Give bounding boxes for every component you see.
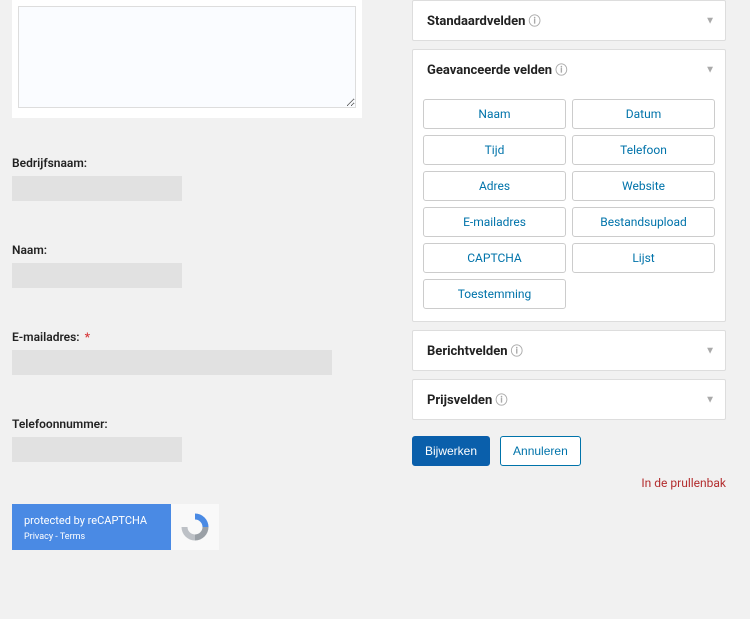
recaptcha-separator: -	[53, 532, 60, 542]
company-input[interactable]	[12, 176, 182, 201]
panel-price-fields: Prijsvelden ⓘ ▼	[412, 379, 726, 420]
help-icon[interactable]: ⓘ	[555, 61, 567, 78]
field-type-pill[interactable]: Naam	[423, 99, 566, 129]
message-textarea[interactable]	[18, 6, 356, 108]
panel-standard-fields: Standaardvelden ⓘ ▼	[412, 0, 726, 41]
field-type-pill[interactable]: Lijst	[572, 243, 715, 273]
form-card	[12, 0, 362, 118]
form-actions: Bijwerken Annuleren	[412, 436, 726, 466]
update-button[interactable]: Bijwerken	[412, 436, 490, 466]
help-icon[interactable]: ⓘ	[529, 12, 541, 29]
field-type-pill[interactable]: Telefoon	[572, 135, 715, 165]
trash-link[interactable]: In de prullenbak	[412, 476, 726, 490]
panel-advanced-fields: Geavanceerde velden ⓘ ▼ NaamDatumTijdTel…	[412, 49, 726, 322]
required-asterisk: *	[85, 330, 90, 344]
field-name: Naam:	[12, 243, 400, 288]
chevron-down-icon: ▼	[705, 15, 715, 26]
panel-title-standard: Standaardvelden	[427, 14, 525, 29]
help-icon[interactable]: ⓘ	[511, 342, 523, 359]
field-phone: Telefoonnummer:	[12, 417, 400, 462]
chevron-down-icon: ▼	[705, 394, 715, 405]
panel-header-advanced[interactable]: Geavanceerde velden ⓘ ▼	[413, 50, 725, 89]
panel-header-message[interactable]: Berichtvelden ⓘ ▼	[413, 331, 725, 370]
field-type-pill[interactable]: CAPTCHA	[423, 243, 566, 273]
panel-title-advanced: Geavanceerde velden	[427, 63, 552, 78]
panel-header-price[interactable]: Prijsvelden ⓘ ▼	[413, 380, 725, 419]
panel-body-advanced: NaamDatumTijdTelefoonAdresWebsiteE-maila…	[413, 89, 725, 321]
field-type-pill[interactable]: Bestandsupload	[572, 207, 715, 237]
panel-message-fields: Berichtvelden ⓘ ▼	[412, 330, 726, 371]
recaptcha-main: protected by reCAPTCHA Privacy - Terms	[12, 504, 171, 550]
panel-title-price: Prijsvelden	[427, 393, 492, 408]
recaptcha-text: protected by reCAPTCHA	[24, 514, 159, 527]
phone-input[interactable]	[12, 437, 182, 462]
email-label-text: E-mailadres:	[12, 330, 80, 344]
recaptcha-badge: protected by reCAPTCHA Privacy - Terms	[12, 504, 219, 550]
recaptcha-privacy-link[interactable]: Privacy	[24, 532, 53, 542]
recaptcha-logo	[171, 504, 219, 550]
field-type-pill[interactable]: Website	[572, 171, 715, 201]
chevron-down-icon: ▼	[705, 345, 715, 356]
field-type-pill[interactable]: Datum	[572, 99, 715, 129]
field-type-pill[interactable]: Tijd	[423, 135, 566, 165]
email-label: E-mailadres: *	[12, 330, 400, 344]
name-label: Naam:	[12, 243, 400, 257]
field-type-pill[interactable]: Toestemming	[423, 279, 566, 309]
name-input[interactable]	[12, 263, 182, 288]
help-icon[interactable]: ⓘ	[495, 391, 507, 408]
field-email: E-mailadres: *	[12, 330, 400, 375]
panel-header-standard[interactable]: Standaardvelden ⓘ ▼	[413, 1, 725, 40]
field-company: Bedrijfsnaam:	[12, 156, 400, 201]
recaptcha-terms-link[interactable]: Terms	[60, 532, 85, 542]
phone-label: Telefoonnummer:	[12, 417, 400, 431]
chevron-down-icon: ▼	[705, 64, 715, 75]
field-type-pill[interactable]: Adres	[423, 171, 566, 201]
panel-title-message: Berichtvelden	[427, 344, 508, 359]
recaptcha-icon	[180, 512, 210, 542]
company-label: Bedrijfsnaam:	[12, 156, 400, 170]
email-input[interactable]	[12, 350, 332, 375]
cancel-button[interactable]: Annuleren	[500, 436, 581, 466]
field-type-pill[interactable]: E-mailadres	[423, 207, 566, 237]
